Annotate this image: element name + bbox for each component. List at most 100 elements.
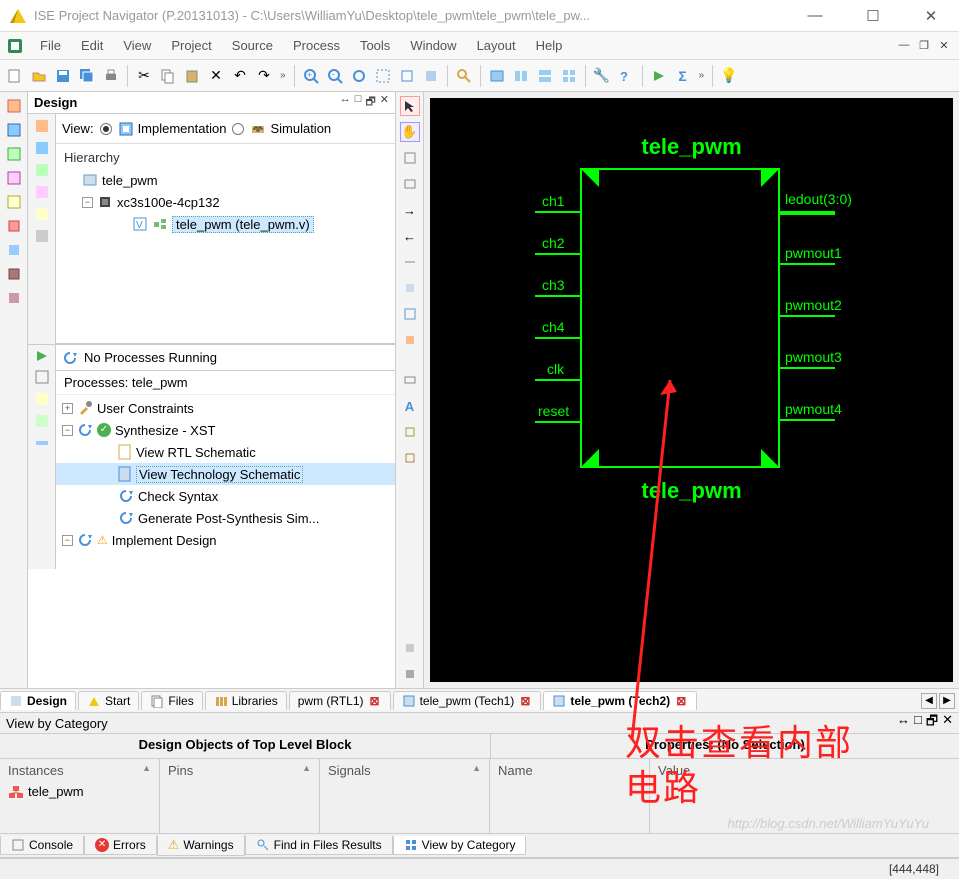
src-vbtn1[interactable] (34, 118, 50, 134)
vbtn1[interactable] (4, 96, 24, 116)
zoom-page-icon[interactable] (396, 65, 418, 87)
sigma-icon[interactable]: Σ (672, 65, 694, 87)
col-instances[interactable]: Instances (8, 763, 64, 778)
vbc-panel-btn2[interactable]: □ (914, 712, 922, 734)
close-tab-rtl1[interactable]: ⊠ (368, 694, 382, 708)
run-icon[interactable] (648, 65, 670, 87)
svb9[interactable] (400, 370, 420, 390)
svb1[interactable] (400, 148, 420, 168)
src-vbtn3[interactable] (34, 162, 50, 178)
zoom-sel-icon[interactable] (420, 65, 442, 87)
svb14[interactable] (400, 664, 420, 684)
svb8[interactable] (400, 330, 420, 350)
svb13[interactable] (400, 638, 420, 658)
tab-tech1[interactable]: tele_pwm (Tech1) ⊠ (393, 691, 542, 710)
svb5[interactable] (400, 252, 420, 272)
proc-view-rtl[interactable]: View RTL Schematic (56, 441, 395, 463)
tab-libraries[interactable]: Libraries (205, 691, 287, 710)
panel-btn-3[interactable]: 🗗 (365, 93, 375, 112)
paste-icon[interactable] (181, 65, 203, 87)
svb11[interactable] (400, 422, 420, 442)
vbtn5[interactable] (4, 192, 24, 212)
svb3[interactable]: → (400, 200, 420, 220)
pointer-icon[interactable] (400, 96, 420, 116)
close-tab-tech1[interactable]: ⊠ (518, 694, 532, 708)
vbtn8[interactable] (4, 264, 24, 284)
vbc-panel-btn1[interactable]: ↔ (897, 712, 910, 734)
cut-icon[interactable]: ✂ (133, 65, 155, 87)
toolbar-overflow-2[interactable]: » (696, 70, 708, 81)
tabs-next[interactable]: ▶ (939, 693, 955, 709)
proc-view-tech[interactable]: View Technology Schematic (56, 463, 395, 485)
src-vbtn6[interactable] (34, 228, 50, 244)
vbtn4[interactable] (4, 168, 24, 188)
vbtn7[interactable] (4, 240, 24, 260)
tab-design[interactable]: Design (0, 691, 76, 710)
zoom-in-icon[interactable]: + (300, 65, 322, 87)
delete-icon[interactable]: ✕ (205, 65, 227, 87)
panel-btn-1[interactable]: ↔ (340, 93, 351, 112)
close-button[interactable]: ✕ (911, 7, 951, 25)
menu-process[interactable]: Process (283, 34, 350, 57)
src-vbtn5[interactable] (34, 206, 50, 222)
menu-layout[interactable]: Layout (467, 34, 526, 57)
panel-btn-2[interactable]: □ (355, 93, 362, 112)
svb12[interactable] (400, 448, 420, 468)
new-icon[interactable] (4, 65, 26, 87)
instance-row[interactable]: tele_pwm (8, 778, 151, 799)
menu-view[interactable]: View (113, 34, 161, 57)
print-icon[interactable] (100, 65, 122, 87)
bulb-icon[interactable]: 💡 (718, 65, 740, 87)
tree-module-row[interactable]: V tele_pwm (tele_pwm.v) (62, 213, 389, 235)
proc-vbtn5[interactable] (34, 435, 50, 451)
svb10[interactable]: A (400, 396, 420, 416)
save-icon[interactable] (52, 65, 74, 87)
mdi-minimize[interactable]: — (897, 39, 911, 53)
btab-console[interactable]: Console (0, 836, 84, 855)
btab-warnings[interactable]: ⚠ Warnings (157, 835, 245, 856)
proc-gen-sim[interactable]: Generate Post-Synthesis Sim... (56, 507, 395, 529)
panel-btn-close[interactable]: ✕ (380, 93, 389, 112)
window2-icon[interactable] (510, 65, 532, 87)
menu-window[interactable]: Window (400, 34, 466, 57)
exp-impl[interactable]: − (62, 535, 73, 546)
menu-help[interactable]: Help (526, 34, 573, 57)
exp-syn[interactable]: − (62, 425, 73, 436)
tree-collapse-device[interactable]: − (82, 197, 93, 208)
zoom-fit-icon[interactable] (348, 65, 370, 87)
help-icon[interactable]: ? (615, 65, 637, 87)
window1-icon[interactable] (486, 65, 508, 87)
vbtn3[interactable] (4, 144, 24, 164)
wrench-icon[interactable]: 🔧 (591, 65, 613, 87)
proc-user-constraints[interactable]: + User Constraints (56, 397, 395, 419)
undo-icon[interactable]: ↶ (229, 65, 251, 87)
menu-edit[interactable]: Edit (71, 34, 113, 57)
zoom-out-icon[interactable]: - (324, 65, 346, 87)
svb2[interactable] (400, 174, 420, 194)
proc-synthesize[interactable]: − ✓ Synthesize - XST (56, 419, 395, 441)
radio-implementation[interactable] (100, 123, 112, 135)
proc-vbtn2[interactable] (34, 369, 50, 385)
svb7[interactable] (400, 304, 420, 324)
vbc-panel-close[interactable]: ✕ (942, 712, 953, 734)
window3-icon[interactable] (534, 65, 556, 87)
proc-check-syntax[interactable]: Check Syntax (56, 485, 395, 507)
radio-simulation[interactable] (232, 123, 244, 135)
col-value[interactable]: Value (658, 763, 690, 778)
svb6[interactable] (400, 278, 420, 298)
tree-project-row[interactable]: tele_pwm (62, 169, 389, 191)
exp-uc[interactable]: + (62, 403, 73, 414)
vbtn9[interactable] (4, 288, 24, 308)
menu-source[interactable]: Source (222, 34, 283, 57)
col-name[interactable]: Name (498, 763, 533, 778)
save-all-icon[interactable] (76, 65, 98, 87)
hand-icon[interactable]: ✋ (400, 122, 420, 142)
open-icon[interactable] (28, 65, 50, 87)
mdi-restore[interactable]: ❐ (917, 39, 931, 53)
tab-start[interactable]: Start (78, 691, 139, 710)
btab-find[interactable]: Find in Files Results (245, 836, 393, 855)
proc-run-btn[interactable] (35, 349, 49, 363)
col-signals[interactable]: Signals (328, 763, 371, 778)
proc-vbtn3[interactable] (34, 391, 50, 407)
schematic-canvas[interactable]: tele_pwm ch1 ch2 ch3 ch4 clk (430, 98, 953, 682)
